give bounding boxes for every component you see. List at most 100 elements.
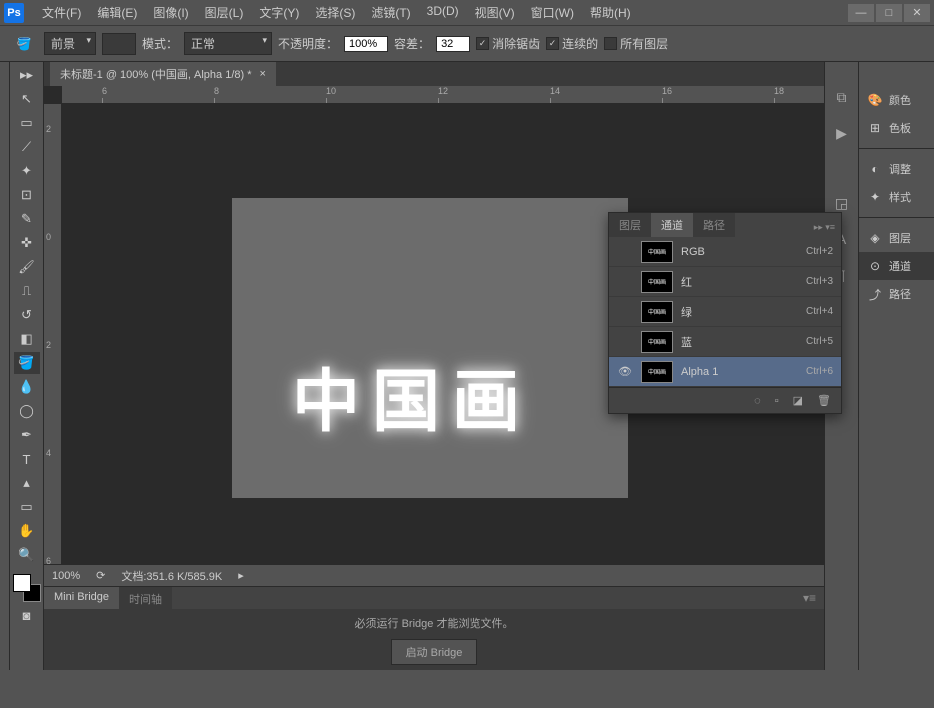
blur-tool-icon[interactable]: 💧 — [14, 376, 40, 398]
close-tab-icon[interactable]: × — [260, 68, 266, 80]
tab-timeline[interactable]: 时间轴 — [119, 587, 172, 609]
visibility-toggle-icon[interactable] — [617, 244, 633, 260]
actions-icon[interactable]: ▶ — [831, 122, 853, 144]
antialiasing-checkbox[interactable]: ✓消除锯齿 — [476, 35, 540, 52]
tolerance-input[interactable] — [436, 36, 470, 52]
channel-shortcut: Ctrl+3 — [806, 276, 833, 287]
wand-tool-icon[interactable]: ✦ — [14, 160, 40, 182]
menu-item[interactable]: 图层(L) — [197, 0, 252, 25]
menu-item[interactable]: 文件(F) — [34, 0, 89, 25]
heal-tool-icon[interactable]: ✜ — [14, 232, 40, 254]
visibility-toggle-icon[interactable] — [617, 274, 633, 290]
mode-dropdown[interactable]: 正常 — [184, 32, 272, 55]
bucket-icon[interactable]: 🪣 — [10, 33, 38, 55]
tolerance-label: 容差： — [394, 35, 430, 52]
opacity-input[interactable] — [344, 36, 388, 52]
new-channel-icon[interactable]: ◪ — [793, 394, 803, 407]
channels-tab[interactable]: 通道 — [651, 213, 693, 237]
marquee-tool-icon[interactable]: ▭ — [14, 112, 40, 134]
panel-button-图层[interactable]: ◈图层 — [859, 224, 934, 252]
visibility-toggle-icon[interactable]: 👁 — [617, 364, 633, 380]
panel-button-通道[interactable]: ⊙通道 — [859, 252, 934, 280]
visibility-toggle-icon[interactable] — [617, 334, 633, 350]
close-button[interactable]: ✕ — [904, 4, 930, 22]
visibility-toggle-icon[interactable] — [617, 304, 633, 320]
menu-item[interactable]: 视图(V) — [467, 0, 523, 25]
path-select-tool-icon[interactable]: ▴ — [14, 472, 40, 494]
fg-color-swatch[interactable] — [13, 574, 31, 592]
menu-item[interactable]: 编辑(E) — [89, 0, 145, 25]
channel-row[interactable]: 中国画蓝Ctrl+5 — [609, 327, 841, 357]
tab-minibridge[interactable]: Mini Bridge — [44, 587, 119, 609]
panel-expand-icon[interactable]: ▸▸ ▾≡ — [808, 218, 841, 237]
move-tool-icon[interactable]: ↖ — [14, 88, 40, 110]
panel-button-调整[interactable]: ◐调整 — [859, 155, 934, 183]
rotate-view-icon[interactable]: ⟳ — [96, 569, 105, 582]
stamp-tool-icon[interactable]: ⎍ — [14, 280, 40, 302]
panel-label: 通道 — [889, 258, 911, 274]
minimize-button[interactable]: — — [848, 4, 874, 22]
zoom-level[interactable]: 100% — [52, 570, 80, 582]
menu-item[interactable]: 滤镜(T) — [363, 0, 418, 25]
channel-row[interactable]: 👁中国画Alpha 1Ctrl+6 — [609, 357, 841, 387]
fill-source-dropdown[interactable]: 前景 — [44, 32, 96, 55]
load-selection-icon[interactable]: ◌ — [754, 395, 761, 407]
panel-button-色板[interactable]: ⊞色板 — [859, 114, 934, 142]
all-layers-checkbox[interactable]: 所有图层 — [604, 35, 668, 52]
channel-row[interactable]: 中国画红Ctrl+3 — [609, 267, 841, 297]
channels-tab[interactable]: 路径 — [693, 213, 735, 237]
tool-strip-edge — [0, 62, 10, 670]
properties-icon[interactable]: ◲ — [831, 192, 853, 214]
history-icon[interactable]: ⧉ — [831, 86, 853, 108]
panel-menu-icon[interactable]: ▾≡ — [795, 587, 824, 609]
pen-tool-icon[interactable]: ✒ — [14, 424, 40, 446]
channel-shortcut: Ctrl+5 — [806, 336, 833, 347]
window-controls: — □ ✕ — [848, 4, 930, 22]
document-tab[interactable]: 未标题-1 @ 100% (中国画, Alpha 1/8) * × — [50, 62, 276, 86]
lasso-tool-icon[interactable]: ⟋ — [14, 136, 40, 158]
color-swatches[interactable] — [13, 574, 41, 602]
contiguous-checkbox[interactable]: ✓连续的 — [546, 35, 598, 52]
crop-tool-icon[interactable]: ⊡ — [14, 184, 40, 206]
menu-item[interactable]: 窗口(W) — [523, 0, 582, 25]
menu-item[interactable]: 图像(I) — [145, 0, 196, 25]
zoom-tool-icon[interactable]: 🔍 — [14, 544, 40, 566]
channels-panel: 图层通道路径 ▸▸ ▾≡ 中国画RGBCtrl+2中国画红Ctrl+3中国画绿Ct… — [608, 212, 842, 414]
channel-row[interactable]: 中国画RGBCtrl+2 — [609, 237, 841, 267]
maximize-button[interactable]: □ — [876, 4, 902, 22]
delete-channel-icon[interactable]: 🗑 — [817, 394, 831, 407]
menu-bar: 文件(F)编辑(E)图像(I)图层(L)文字(Y)选择(S)滤镜(T)3D(D)… — [34, 0, 639, 25]
channel-name: RGB — [681, 246, 798, 258]
panel-button-样式[interactable]: ✦样式 — [859, 183, 934, 211]
expand-toolbox-icon[interactable]: ▸▸ — [14, 64, 40, 86]
bucket-tool-icon[interactable]: 🪣 — [14, 352, 40, 374]
hand-tool-icon[interactable]: ✋ — [14, 520, 40, 542]
eraser-tool-icon[interactable]: ◧ — [14, 328, 40, 350]
launch-bridge-button[interactable]: 启动 Bridge — [391, 639, 478, 665]
eyedropper-tool-icon[interactable]: ✎ — [14, 208, 40, 230]
horizontal-ruler: 681012141618 — [62, 86, 824, 104]
document-tab-title: 未标题-1 @ 100% (中国画, Alpha 1/8) * — [60, 66, 252, 82]
doc-info-arrow-icon[interactable]: ▸ — [238, 569, 244, 582]
dodge-tool-icon[interactable]: ◯ — [14, 400, 40, 422]
bridge-message: 必须运行 Bridge 才能浏览文件。 — [355, 615, 514, 631]
canvas[interactable]: 中国画 — [232, 198, 628, 498]
channel-row[interactable]: 中国画绿Ctrl+4 — [609, 297, 841, 327]
channels-tab[interactable]: 图层 — [609, 213, 651, 237]
panel-button-颜色[interactable]: 🎨颜色 — [859, 86, 934, 114]
menu-item[interactable]: 3D(D) — [419, 0, 467, 25]
save-selection-icon[interactable]: ▫ — [775, 395, 779, 407]
pattern-picker[interactable] — [102, 33, 136, 55]
bottom-panels: Mini Bridge 时间轴 ▾≡ 必须运行 Bridge 才能浏览文件。 启… — [44, 586, 824, 670]
panel-button-路径[interactable]: ⤴路径 — [859, 280, 934, 308]
menu-item[interactable]: 帮助(H) — [582, 0, 639, 25]
menu-item[interactable]: 选择(S) — [307, 0, 363, 25]
menu-item[interactable]: 文字(Y) — [251, 0, 307, 25]
type-tool-icon[interactable]: T — [14, 448, 40, 470]
history-brush-tool-icon[interactable]: ↺ — [14, 304, 40, 326]
brush-tool-icon[interactable]: 🖌 — [14, 256, 40, 278]
doc-info[interactable]: 文档:351.6 K/585.9K — [121, 568, 222, 584]
quickmask-icon[interactable]: ◙ — [14, 604, 40, 626]
channel-thumbnail: 中国画 — [641, 301, 673, 323]
shape-tool-icon[interactable]: ▭ — [14, 496, 40, 518]
